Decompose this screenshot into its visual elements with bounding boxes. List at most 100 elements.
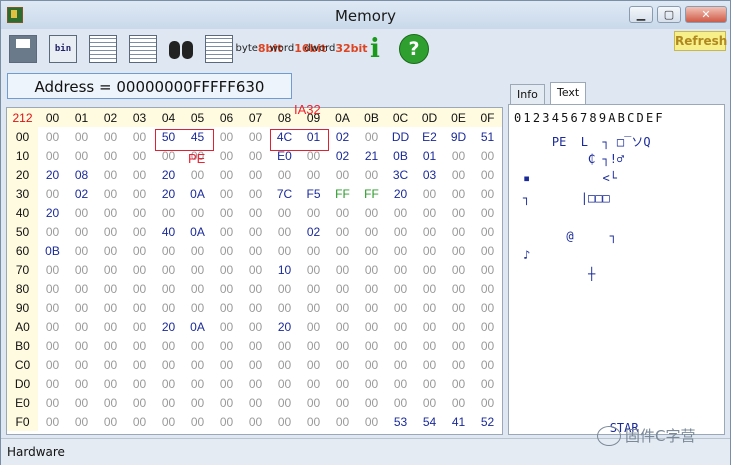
hex-cell[interactable]: 00	[241, 260, 270, 279]
hex-cell[interactable]: 00	[183, 279, 212, 298]
hex-cell[interactable]: 00	[154, 241, 183, 260]
hex-cell[interactable]: 00	[299, 165, 328, 184]
hex-cell[interactable]: 00	[96, 241, 125, 260]
hex-cell[interactable]: 00	[212, 127, 241, 146]
hex-cell[interactable]: 00	[241, 127, 270, 146]
hex-cell[interactable]: 00	[386, 203, 415, 222]
hex-cell[interactable]: 00	[67, 298, 96, 317]
hex-cell[interactable]: 00	[125, 279, 154, 298]
hex-cell[interactable]: 00	[328, 241, 357, 260]
hex-cell[interactable]: 00	[386, 317, 415, 336]
hex-cell[interactable]: 00	[241, 374, 270, 393]
hex-cell[interactable]: 00	[299, 260, 328, 279]
hex-cell[interactable]: 00	[357, 298, 386, 317]
hex-cell[interactable]: 20	[154, 184, 183, 203]
hex-cell[interactable]: 00	[96, 222, 125, 241]
hex-cell[interactable]: 00	[96, 127, 125, 146]
hex-cell[interactable]: 00	[473, 393, 502, 412]
hex-cell[interactable]: 00	[154, 298, 183, 317]
hex-cell[interactable]: 00	[270, 165, 299, 184]
hex-cell[interactable]: 00	[357, 260, 386, 279]
hex-cell[interactable]: 00	[241, 203, 270, 222]
hex-cell[interactable]: 00	[473, 241, 502, 260]
compare-button[interactable]	[129, 32, 157, 66]
hex-cell[interactable]: 00	[473, 165, 502, 184]
hex-cell[interactable]: 00	[38, 336, 67, 355]
hex-cell[interactable]: 00	[415, 393, 444, 412]
hex-cell[interactable]: 00	[444, 374, 473, 393]
hex-cell[interactable]: 3C	[386, 165, 415, 184]
hex-cell[interactable]: 00	[386, 222, 415, 241]
minimize-button[interactable]: ▁	[629, 6, 653, 23]
hex-cell[interactable]: 00	[270, 374, 299, 393]
hex-cell[interactable]: 00	[183, 393, 212, 412]
hex-cell[interactable]: 00	[67, 317, 96, 336]
hex-cell[interactable]: 00	[154, 374, 183, 393]
hex-cell[interactable]: 00	[125, 203, 154, 222]
hex-cell[interactable]: 00	[473, 146, 502, 165]
hex-cell[interactable]: 00	[67, 279, 96, 298]
hex-cell[interactable]: 00	[67, 393, 96, 412]
hex-cell[interactable]: 00	[38, 317, 67, 336]
hex-cell[interactable]: 00	[357, 374, 386, 393]
hex-cell[interactable]: 00	[241, 165, 270, 184]
hex-cell[interactable]: 00	[241, 355, 270, 374]
hex-cell[interactable]: 00	[96, 165, 125, 184]
hex-cell[interactable]: 00	[299, 393, 328, 412]
hex-cell[interactable]: 00	[212, 203, 241, 222]
hex-cell[interactable]: 00	[241, 412, 270, 431]
text-view[interactable]: 0123456789ABCDEF PE L ┐ □‾ソQ ₵ ┐!♂ ▪ <└ ┐ …	[508, 104, 725, 435]
hex-cell[interactable]: 00	[270, 203, 299, 222]
hex-cell[interactable]: 00	[299, 336, 328, 355]
hex-cell[interactable]: 00	[183, 260, 212, 279]
hex-cell[interactable]: 54	[415, 412, 444, 431]
hex-cell[interactable]: 00	[212, 412, 241, 431]
hex-cell[interactable]: 00	[212, 279, 241, 298]
hex-cell[interactable]: 20	[270, 317, 299, 336]
hex-cell[interactable]: 00	[357, 222, 386, 241]
hex-cell[interactable]: 00	[96, 279, 125, 298]
save-button[interactable]	[9, 32, 37, 66]
hex-cell[interactable]: 00	[125, 412, 154, 431]
hex-cell[interactable]: 00	[212, 393, 241, 412]
hex-cell[interactable]: 00	[444, 393, 473, 412]
hex-cell[interactable]: 00	[154, 203, 183, 222]
hex-cell[interactable]: 00	[212, 165, 241, 184]
hex-cell[interactable]: 00	[444, 355, 473, 374]
hex-cell[interactable]: 00	[299, 203, 328, 222]
hex-cell[interactable]: 00	[473, 222, 502, 241]
hex-cell[interactable]: 00	[357, 279, 386, 298]
hex-cell[interactable]: 00	[444, 279, 473, 298]
hex-cell[interactable]: 00	[444, 203, 473, 222]
hex-cell[interactable]: 00	[270, 355, 299, 374]
hex-cell[interactable]: 00	[125, 260, 154, 279]
hex-cell[interactable]: 00	[67, 203, 96, 222]
hex-cell[interactable]: 00	[299, 317, 328, 336]
hex-cell[interactable]: 00	[444, 298, 473, 317]
hex-cell[interactable]: 00	[415, 279, 444, 298]
hex-cell[interactable]: 00	[357, 203, 386, 222]
help-button[interactable]: ?	[399, 32, 429, 66]
hex-cell[interactable]: 00	[241, 222, 270, 241]
close-button[interactable]: ✕	[685, 6, 727, 23]
hex-cell[interactable]: 00	[473, 203, 502, 222]
hex-cell[interactable]: 00	[357, 355, 386, 374]
hex-cell[interactable]: 00	[328, 336, 357, 355]
hex-cell[interactable]: 00	[154, 393, 183, 412]
hex-cell[interactable]: 00	[96, 146, 125, 165]
hex-cell[interactable]: 00	[299, 298, 328, 317]
hex-cell[interactable]: 00	[96, 203, 125, 222]
hex-cell[interactable]: 00	[415, 317, 444, 336]
hex-cell[interactable]: 00	[241, 336, 270, 355]
hex-cell[interactable]: 00	[125, 146, 154, 165]
hex-cell[interactable]: 00	[212, 317, 241, 336]
hex-cell[interactable]: 00	[444, 184, 473, 203]
hex-cell[interactable]: 00	[357, 336, 386, 355]
hex-cell[interactable]: 00	[38, 222, 67, 241]
hex-cell[interactable]: 00	[96, 355, 125, 374]
hex-cell[interactable]: 00	[328, 165, 357, 184]
hex-cell[interactable]: 00	[473, 184, 502, 203]
hex-cell[interactable]: 21	[357, 146, 386, 165]
hex-cell[interactable]: 00	[328, 279, 357, 298]
hex-cell[interactable]: FF	[357, 184, 386, 203]
